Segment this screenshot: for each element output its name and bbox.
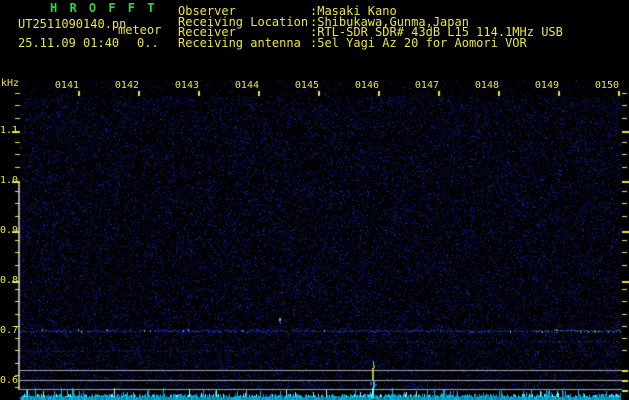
spectrogram-canvas bbox=[0, 0, 629, 400]
freq-tick-label: 0.7 bbox=[0, 325, 19, 336]
time-tick-label: 0148 bbox=[474, 80, 499, 91]
freq-tick-label: 1.1 bbox=[0, 125, 19, 136]
info-label: Receiving antenna bbox=[178, 35, 301, 50]
time-tick-label: 0150 bbox=[594, 80, 619, 91]
info-row: Receiving antenna:5el Yagi Az 20 for Aom… bbox=[178, 35, 563, 50]
time-tick-label: 0143 bbox=[174, 80, 199, 91]
time-tick-label: 0147 bbox=[414, 80, 439, 91]
time-tick-label: 0145 bbox=[294, 80, 319, 91]
app-title: H R O F F T bbox=[50, 1, 157, 15]
observation-datetime: 25.11.09 01:40 bbox=[18, 36, 120, 50]
output-filename: UT2511090140.pn bbox=[18, 17, 127, 31]
echo-count: 0.. bbox=[137, 36, 159, 50]
observation-note: meteor bbox=[118, 23, 162, 37]
freq-tick-label: 0.9 bbox=[0, 225, 19, 236]
time-tick-label: 0146 bbox=[354, 80, 379, 91]
freq-tick-label: 1.0 bbox=[0, 175, 19, 186]
time-tick-label: 0144 bbox=[234, 80, 259, 91]
station-info: Observer: Masaki Kano Receiving Location: S… bbox=[178, 5, 563, 50]
freq-tick-label: 0.8 bbox=[0, 275, 19, 286]
time-tick-label: 0141 bbox=[54, 80, 79, 91]
time-tick-label: 0149 bbox=[534, 80, 559, 91]
hrofft-output-screen: H R O F F T UT2511090140.pn meteor 25.11… bbox=[0, 0, 629, 400]
time-tick-label: 0142 bbox=[114, 80, 139, 91]
freq-tick-label: 0.6 bbox=[0, 375, 19, 386]
info-value: 5el Yagi Az 20 for Aomori VOR bbox=[317, 35, 527, 50]
freq-axis-unit: kHz bbox=[1, 78, 20, 89]
info-separator: : bbox=[310, 35, 318, 50]
